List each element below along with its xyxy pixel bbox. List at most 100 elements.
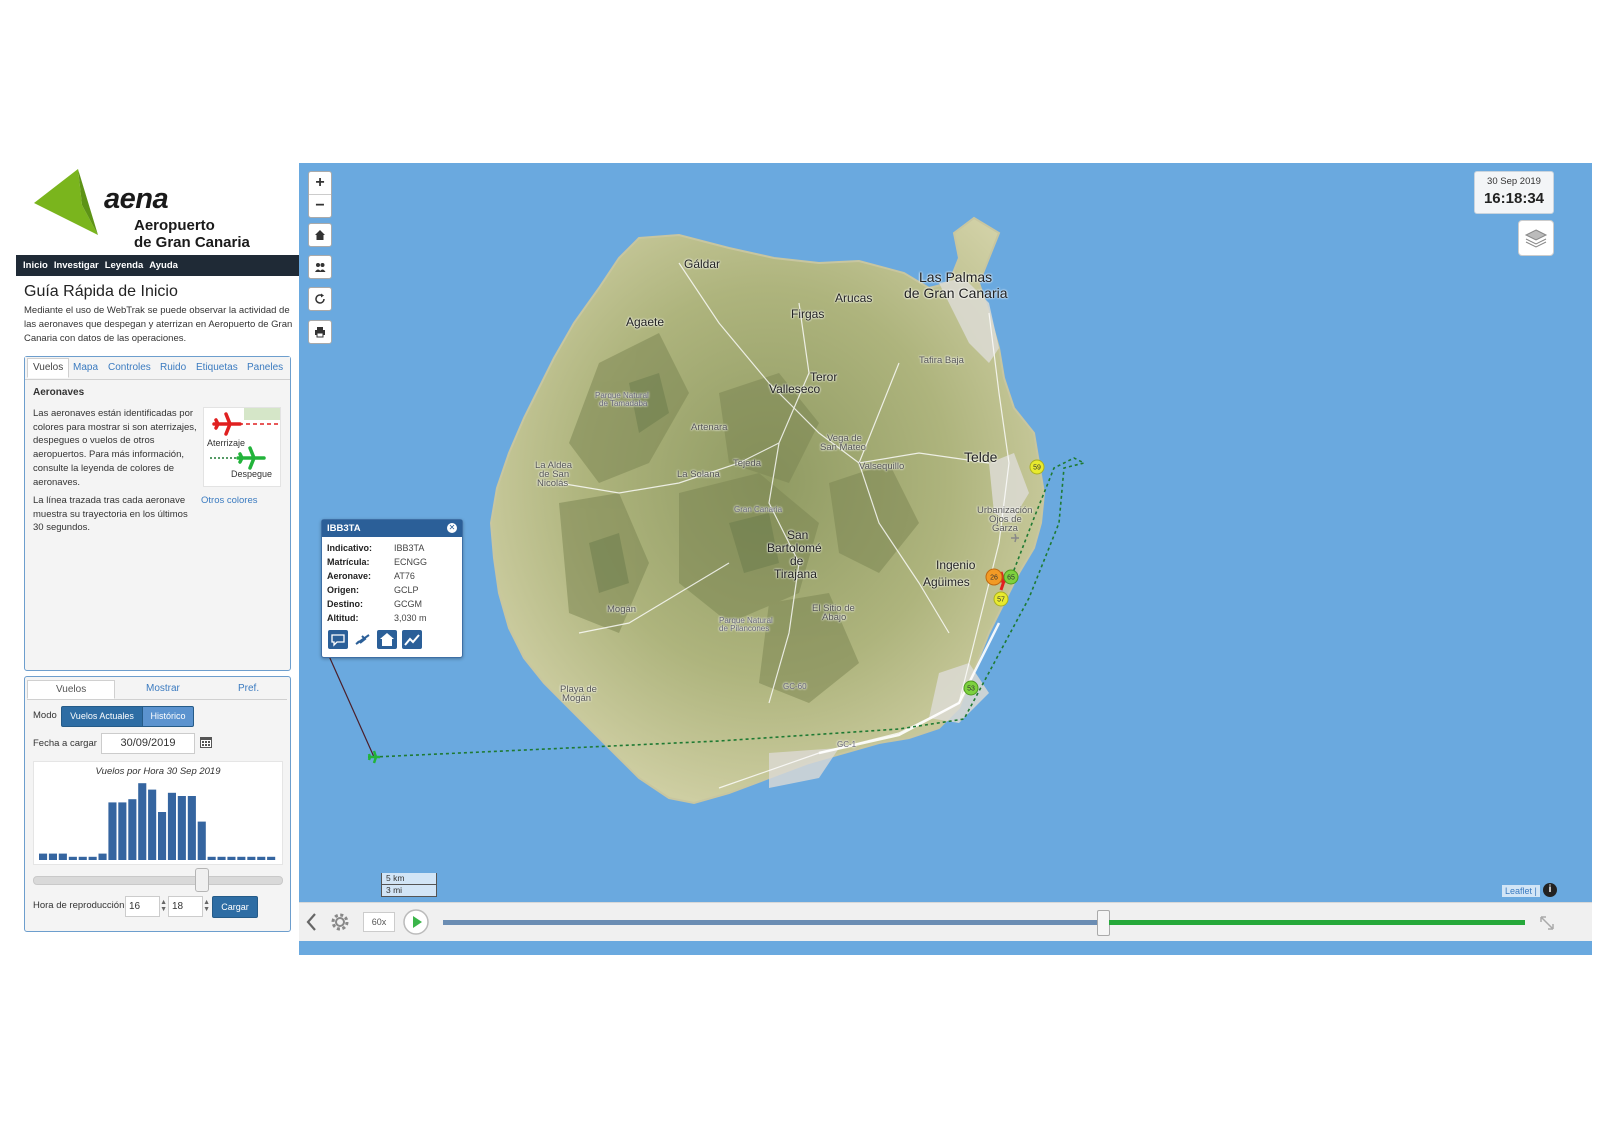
fullscreen-icon[interactable] [1539,915,1555,931]
timeline-played[interactable] [443,920,1097,925]
place-label: de Gran Canaria [904,285,1008,301]
hour-spinner[interactable]: 16 ▲ ▼ [125,896,167,917]
map-scale: 5 km 3 mi [381,873,437,898]
collapse-chevron-icon[interactable] [305,912,319,932]
popup-header: IBB3TA [322,520,462,537]
tab-paneles[interactable]: Paneles [247,362,283,373]
popup-row: Matrícula: ECNGG [327,557,427,567]
home-icon [315,230,325,240]
chart-bar-hour-0[interactable] [39,853,48,860]
chart-bar-hour-2[interactable] [58,853,67,860]
zoom-control: + − [308,171,332,218]
popup-comment-button[interactable] [328,630,348,649]
chart-bar-hour-23[interactable] [267,856,276,860]
controls-panel: Vuelos Mostrar Pref. Modo Vuelos Actuale… [24,676,291,932]
tab-etiquetas[interactable]: Etiquetas [196,362,238,373]
chart-bar-hour-1[interactable] [48,853,57,860]
date-input[interactable]: 30/09/2019 [101,733,195,754]
ctab-mostrar[interactable]: Mostrar [146,683,180,694]
chart-bar-hour-10[interactable] [138,783,147,860]
load-button[interactable]: Cargar [212,896,258,918]
refresh-button[interactable] [308,287,332,311]
chart-bar-hour-9[interactable] [128,799,137,860]
scale-mi: 3 mi [381,885,437,897]
chart-bar-hour-5[interactable] [88,856,97,860]
scale-km: 5 km [381,873,437,885]
playback-bar: 60x [299,902,1592,941]
tab-vuelos[interactable]: Vuelos [27,358,70,378]
flights-per-hour-chart: Vuelos por Hora 30 Sep 2019 [33,761,283,865]
spinner-arrows-icon[interactable]: ▲ ▼ [203,899,210,913]
playback-hour-label: Hora de reproducción [33,900,125,911]
legend-image: Aterrizaje Despegue [203,407,281,487]
place-label: Artenara [691,422,728,433]
leaflet-attribution[interactable]: Leaflet | [1502,885,1540,897]
gear-icon[interactable] [328,910,352,934]
spinner-arrows-icon[interactable]: ▲ ▼ [160,899,167,913]
ctab-vuelos[interactable]: Vuelos [27,680,116,699]
flights-layer-button[interactable] [308,255,332,279]
chart-bar-hour-20[interactable] [237,856,246,860]
chart-bar-hour-6[interactable] [98,853,107,860]
chart-plot [39,783,276,860]
guide-description: Mediante el uso de WebTrak se puede obse… [24,305,293,344]
print-button[interactable] [308,320,332,344]
chart-bar-hour-7[interactable] [108,802,117,860]
zoom-out-button[interactable]: − [309,194,331,217]
print-icon [315,327,325,338]
other-colors-link[interactable]: Otros colores [201,495,258,506]
place-label: San Mateo [820,442,866,453]
timeline-remaining[interactable] [1109,920,1525,925]
place-label: Gáldar [684,257,721,271]
calendar-icon[interactable] [199,735,213,749]
popup-row: Aeronave: AT76 [327,571,415,581]
guide-tabs: Vuelos Mapa Controles Ruido Etiquetas Pa… [25,357,290,380]
chart-bar-hour-16[interactable] [197,821,206,860]
place-label: Arucas [835,291,873,305]
chart-bar-hour-22[interactable] [257,856,266,860]
chart-bar-hour-3[interactable] [68,856,77,860]
popup-close-icon[interactable]: ✕ [447,523,457,533]
popup-track-button[interactable] [353,630,373,649]
map[interactable]: 59 65 57 53 26 Gáldar Las Palmas de Gran… [299,163,1592,955]
chart-bar-hour-21[interactable] [247,856,256,860]
playback-speed[interactable]: 60x [363,912,395,932]
zoom-in-button[interactable]: + [309,172,331,194]
flight-popup: IBB3TA ✕ Indicativo: IBB3TA Matrícula: ECN… [321,519,463,658]
chart-bar-hour-8[interactable] [118,802,127,860]
layers-icon [1524,229,1548,248]
info-icon[interactable]: i [1543,883,1557,897]
chart-bar-hour-13[interactable] [167,792,176,860]
chart-bar-hour-14[interactable] [177,796,186,860]
hour-slider-handle[interactable] [195,868,209,892]
popup-home-button[interactable] [377,630,397,649]
nav-inicio[interactable]: Inicio [23,255,48,276]
tab-ruido[interactable]: Ruido [160,362,186,373]
current-flights-button[interactable]: Vuelos Actuales [61,706,143,727]
nav-leyenda[interactable]: Leyenda [105,255,144,276]
tab-controles[interactable]: Controles [108,362,151,373]
clock: 30 Sep 2019 16:18:34 [1474,171,1554,214]
chart-bar-hour-4[interactable] [78,856,87,860]
road-label: GC-60 [783,682,807,691]
chart-bar-hour-19[interactable] [227,856,236,860]
nav-investigar[interactable]: Investigar [54,255,99,276]
ctab-pref[interactable]: Pref. [238,683,259,694]
place-label: La Solana [677,469,720,480]
chart-bar-hour-11[interactable] [148,789,157,860]
chart-bar-hour-18[interactable] [217,856,226,860]
history-button[interactable]: Histórico [142,706,194,727]
minute-spinner[interactable]: 18 ▲ ▼ [168,896,210,917]
layers-button[interactable] [1518,220,1554,256]
place-label: Agaete [626,315,665,329]
popup-key: Indicativo: [327,543,373,553]
hour-slider-track[interactable] [33,876,283,885]
chart-bar-hour-12[interactable] [158,812,167,860]
play-icon[interactable] [402,908,430,936]
popup-profile-button[interactable] [402,630,422,649]
chart-bar-hour-15[interactable] [187,796,196,860]
chart-bar-hour-17[interactable] [207,856,216,860]
nav-ayuda[interactable]: Ayuda [149,255,178,276]
home-button[interactable] [308,223,332,247]
tab-mapa[interactable]: Mapa [73,362,98,373]
